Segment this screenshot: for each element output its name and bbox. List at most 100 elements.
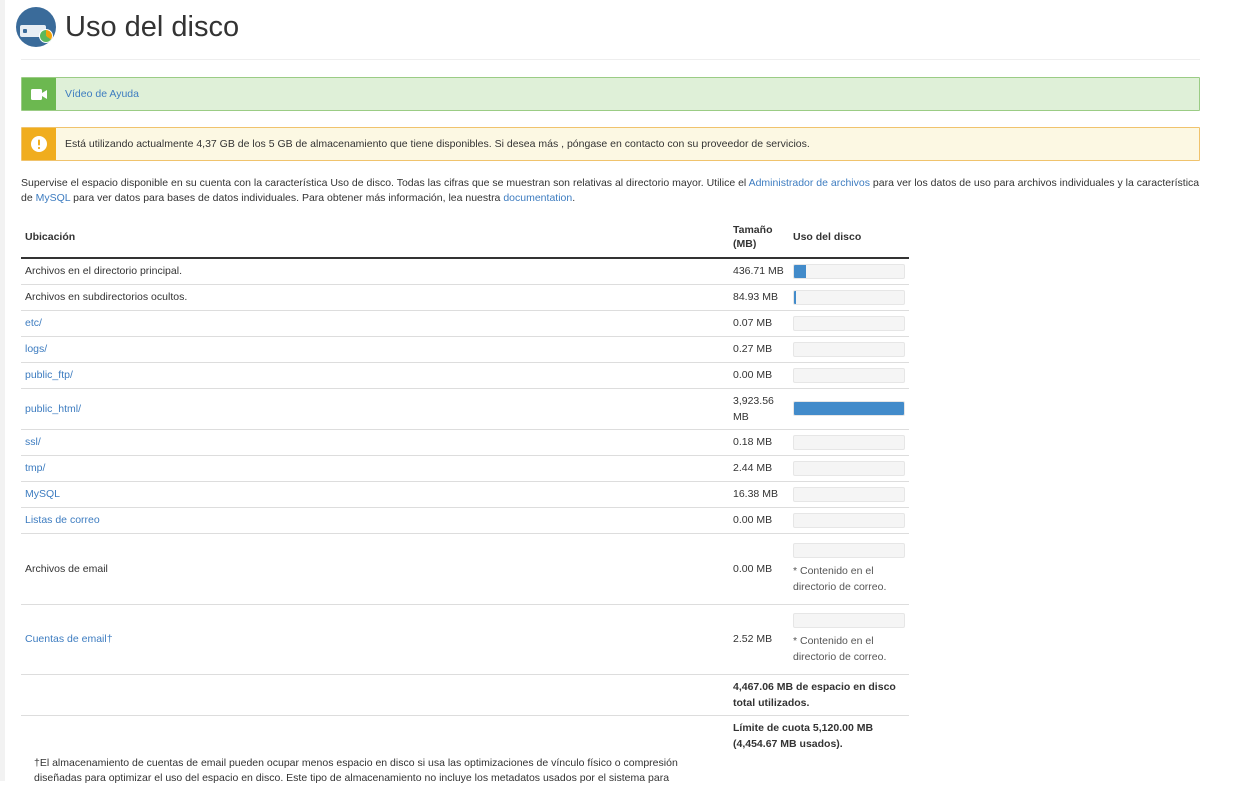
size-cell: 0.27 MB <box>729 336 789 363</box>
usage-note: * Contenido en el directorio de correo. <box>793 635 887 663</box>
location-cell: logs/ <box>21 336 729 363</box>
size-cell: 2.52 MB <box>729 604 789 675</box>
intro-part: . <box>572 192 576 204</box>
size-cell: 0.00 MB <box>729 533 789 605</box>
quota-row: Límite de cuota 5,120.00 MB (4,454.67 MB… <box>21 715 909 756</box>
table-header-row: Ubicación Tamaño (MB) Uso del disco <box>21 219 909 259</box>
usage-cell <box>789 455 909 482</box>
table-row: Listas de correo 0.00 MB <box>21 507 909 534</box>
usage-cell <box>789 388 909 430</box>
location-cell: MySQL <box>21 481 729 508</box>
location-cell: ssl/ <box>21 429 729 456</box>
page-header: Uso del disco <box>16 0 1200 60</box>
table-row: tmp/2.44 MB <box>21 455 909 482</box>
total-empty-cell <box>21 674 729 716</box>
mysql-link[interactable]: MySQL <box>36 192 71 204</box>
usage-bar-fill <box>794 264 807 278</box>
usage-bar <box>793 460 905 476</box>
location-link[interactable]: logs/ <box>25 343 47 355</box>
intro-part: para ver datos para bases de datos indiv… <box>70 192 504 204</box>
size-cell: 0.07 MB <box>729 310 789 337</box>
size-cell: 16.38 MB <box>729 481 789 508</box>
location-cell: Archivos en el directorio principal. <box>21 258 729 285</box>
video-camera-icon <box>22 78 56 110</box>
usage-bar <box>793 341 905 357</box>
usage-bar <box>793 486 905 502</box>
usage-bar <box>793 401 905 416</box>
location-cell: tmp/ <box>21 455 729 482</box>
page-title: Uso del disco <box>65 11 240 43</box>
usage-cell <box>789 362 909 389</box>
table-row: Cuentas de email† 2.52 MB * Contenido en e… <box>21 604 909 675</box>
intro-part: Supervise el espacio disponible en su cu… <box>21 177 749 189</box>
usage-bar <box>793 263 905 279</box>
location-cell: Archivos en subdirectorios ocultos. <box>21 284 729 311</box>
size-cell: 84.93 MB <box>729 284 789 311</box>
total-row: 4,467.06 MB de espacio en disco total ut… <box>21 674 909 716</box>
usage-bar <box>793 512 905 528</box>
location-link[interactable]: etc/ <box>25 317 42 329</box>
size-cell: 436.71 MB <box>729 258 789 285</box>
location-link[interactable]: MySQL <box>25 488 60 500</box>
table-row: Archivos de email 0.00 MB * Contenido en e… <box>21 533 909 605</box>
column-header-usage[interactable]: Uso del disco <box>789 219 909 259</box>
location-cell: public_ftp/ <box>21 362 729 389</box>
column-header-location[interactable]: Ubicación <box>21 219 729 259</box>
location-cell: etc/ <box>21 310 729 337</box>
usage-bar <box>793 542 905 558</box>
help-video-banner: Vídeo de Ayuda <box>21 77 1200 111</box>
usage-cell <box>789 481 909 508</box>
table-row: ssl/0.18 MB <box>21 429 909 456</box>
location-link[interactable]: Cuentas de email† <box>25 633 113 645</box>
location-cell: Cuentas de email† <box>21 604 729 675</box>
usage-bar <box>793 613 905 628</box>
size-cell: 0.00 MB <box>729 507 789 534</box>
usage-bar <box>793 315 905 331</box>
file-manager-link[interactable]: Administrador de archivos <box>749 177 870 189</box>
quota-limit: Límite de cuota 5,120.00 MB (4,454.67 MB… <box>733 721 874 750</box>
column-header-size[interactable]: Tamaño (MB) <box>729 219 789 259</box>
disk-usage-table: Ubicación Tamaño (MB) Uso del disco Arch… <box>21 219 909 756</box>
warning-icon <box>22 128 56 160</box>
usage-bar <box>793 289 905 305</box>
location-link[interactable]: Listas de correo <box>25 514 100 526</box>
table-row: MySQL 16.38 MB <box>21 481 909 508</box>
location-label: Archivos de email <box>25 562 108 575</box>
location-link[interactable]: public_ftp/ <box>25 369 73 381</box>
table-row: logs/0.27 MB <box>21 336 909 363</box>
size-cell: 2.44 MB <box>729 455 789 482</box>
usage-bar-fill <box>794 290 797 304</box>
usage-note: * Contenido en el directorio de correo. <box>793 564 887 593</box>
table-body: Archivos en el directorio principal. 436.… <box>21 258 909 675</box>
location-cell: Archivos de email <box>21 533 729 605</box>
page: Uso del disco Vídeo de Ayuda Está utiliz… <box>0 0 1259 784</box>
usage-cell: * Contenido en el directorio de correo. <box>789 533 909 605</box>
table-row: public_ftp/0.00 MB <box>21 362 909 389</box>
location-link[interactable]: public_html/ <box>25 403 81 415</box>
disk-usage-icon <box>16 6 56 47</box>
size-cell: 0.18 MB <box>729 429 789 456</box>
location-link[interactable]: tmp/ <box>25 462 45 474</box>
usage-cell <box>789 507 909 534</box>
location-label: Archivos en el directorio principal. <box>25 265 182 278</box>
size-cell: 0.00 MB <box>729 362 789 389</box>
usage-bar <box>793 367 905 383</box>
table-row: etc/0.07 MB <box>21 310 909 337</box>
usage-cell <box>789 336 909 363</box>
total-used: 4,467.06 MB de espacio en disco total ut… <box>729 674 909 716</box>
usage-cell: * Contenido en el directorio de correo. <box>789 604 909 675</box>
warning-text: Está utilizando actualmente 4,37 GB de l… <box>65 138 810 150</box>
table-row: Archivos en el directorio principal. 436.… <box>21 258 909 285</box>
usage-cell <box>789 284 909 311</box>
location-cell: Listas de correo <box>21 507 729 534</box>
size-cell: 3,923.56 MB <box>729 388 789 430</box>
help-video-link[interactable]: Vídeo de Ayuda <box>65 88 139 100</box>
documentation-link[interactable]: documentation <box>503 192 572 204</box>
location-link[interactable]: ssl/ <box>25 436 41 448</box>
quota-empty-cell <box>21 715 729 756</box>
quota-warning: Está utilizando actualmente 4,37 GB de l… <box>21 127 1200 161</box>
usage-cell <box>789 310 909 337</box>
table-row: public_html/3,923.56 MB <box>21 388 909 430</box>
usage-bar-fill <box>794 402 904 415</box>
usage-cell <box>789 429 909 456</box>
